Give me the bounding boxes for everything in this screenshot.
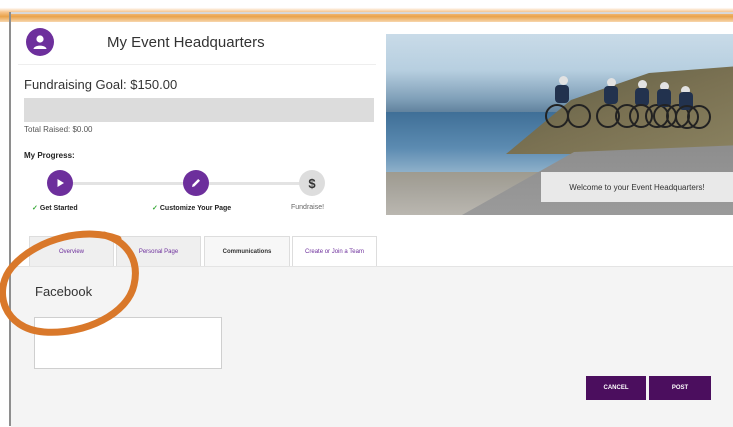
step-label-customize: ✓ Customize Your Page: [152, 205, 232, 212]
window-frame-top: [9, 12, 733, 14]
step-label-fundraise: Fundraise!: [291, 204, 325, 211]
fundraising-progress-bar: [24, 98, 374, 122]
step-fundraise[interactable]: $: [299, 170, 325, 196]
fundraising-goal: Fundraising Goal: $150.00: [24, 77, 178, 92]
post-button[interactable]: POST: [649, 376, 711, 400]
step-get-started[interactable]: [47, 170, 73, 196]
dollar-icon: $: [308, 175, 316, 191]
tab-create-join-team[interactable]: Create or Join a Team: [292, 236, 377, 268]
welcome-banner: Welcome to your Event Headquarters!: [541, 172, 733, 202]
pencil-icon: [192, 179, 200, 187]
top-decorative-stripe: [0, 0, 733, 22]
tab-communications[interactable]: Communications: [204, 236, 290, 268]
user-icon: [33, 35, 47, 49]
check-icon: ✓: [152, 205, 158, 212]
step-label-get-started: ✓ Get Started: [32, 205, 78, 212]
page-title: My Event Headquarters: [107, 34, 265, 51]
total-raised: Total Raised: $0.00: [24, 125, 93, 134]
play-icon: [57, 179, 64, 187]
my-progress-heading: My Progress:: [24, 151, 75, 160]
avatar[interactable]: [26, 28, 54, 56]
header-card: My Event Headquarters: [18, 22, 376, 65]
step-customize-page[interactable]: [183, 170, 209, 196]
check-icon: ✓: [32, 205, 38, 212]
annotation-circle-highlight: [0, 230, 139, 336]
cancel-button[interactable]: CANCEL: [586, 376, 646, 400]
